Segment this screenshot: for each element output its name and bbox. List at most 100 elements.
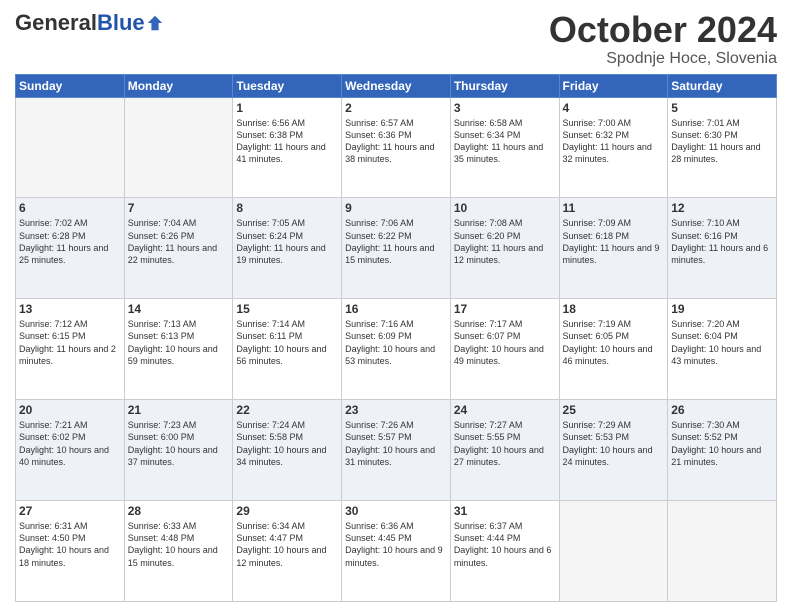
calendar-cell: 21 Sunrise: 7:23 AMSunset: 6:00 PMDayligh…	[124, 400, 233, 501]
day-number: 22	[236, 403, 338, 417]
calendar-cell: 26 Sunrise: 7:30 AMSunset: 5:52 PMDayligh…	[668, 400, 777, 501]
day-number: 26	[671, 403, 773, 417]
day-number: 14	[128, 302, 230, 316]
day-detail: Sunrise: 7:00 AMSunset: 6:32 PMDaylight:…	[563, 117, 665, 166]
day-detail: Sunrise: 7:29 AMSunset: 5:53 PMDaylight:…	[563, 419, 665, 468]
day-detail: Sunrise: 7:19 AMSunset: 6:05 PMDaylight:…	[563, 318, 665, 367]
weekday-header-monday: Monday	[124, 74, 233, 97]
weekday-header-saturday: Saturday	[668, 74, 777, 97]
day-detail: Sunrise: 7:06 AMSunset: 6:22 PMDaylight:…	[345, 217, 447, 266]
day-detail: Sunrise: 7:01 AMSunset: 6:30 PMDaylight:…	[671, 117, 773, 166]
calendar-cell: 16 Sunrise: 7:16 AMSunset: 6:09 PMDayligh…	[342, 299, 451, 400]
day-number: 19	[671, 302, 773, 316]
day-detail: Sunrise: 6:33 AMSunset: 4:48 PMDaylight:…	[128, 520, 230, 569]
calendar-cell: 17 Sunrise: 7:17 AMSunset: 6:07 PMDayligh…	[450, 299, 559, 400]
day-detail: Sunrise: 7:10 AMSunset: 6:16 PMDaylight:…	[671, 217, 773, 266]
calendar-cell: 23Sunrise: 7:26 AMSunset: 5:57 PMDayligh…	[342, 400, 451, 501]
calendar-cell: 3 Sunrise: 6:58 AMSunset: 6:34 PMDaylight…	[450, 97, 559, 198]
day-detail: Sunrise: 7:16 AMSunset: 6:09 PMDaylight:…	[345, 318, 447, 367]
day-number: 12	[671, 201, 773, 215]
day-number: 3	[454, 101, 556, 115]
day-number: 6	[19, 201, 121, 215]
day-detail: Sunrise: 7:12 AMSunset: 6:15 PMDaylight:…	[19, 318, 121, 367]
day-detail: Sunrise: 6:34 AMSunset: 4:47 PMDaylight:…	[236, 520, 338, 569]
calendar-week-row: 1 Sunrise: 6:56 AMSunset: 6:38 PMDaylight…	[16, 97, 777, 198]
day-detail: Sunrise: 7:21 AMSunset: 6:02 PMDaylight:…	[19, 419, 121, 468]
day-detail: Sunrise: 7:27 AMSunset: 5:55 PMDaylight:…	[454, 419, 556, 468]
day-number: 9	[345, 201, 447, 215]
day-detail: Sunrise: 7:13 AMSunset: 6:13 PMDaylight:…	[128, 318, 230, 367]
calendar-cell: 1 Sunrise: 6:56 AMSunset: 6:38 PMDaylight…	[233, 97, 342, 198]
calendar-cell: 24Sunrise: 7:27 AMSunset: 5:55 PMDayligh…	[450, 400, 559, 501]
calendar-table: SundayMondayTuesdayWednesdayThursdayFrid…	[15, 74, 777, 602]
logo-general: General	[15, 10, 97, 36]
day-detail: Sunrise: 7:23 AMSunset: 6:00 PMDaylight:…	[128, 419, 230, 468]
day-detail: Sunrise: 7:04 AMSunset: 6:26 PMDaylight:…	[128, 217, 230, 266]
weekday-header-friday: Friday	[559, 74, 668, 97]
calendar-week-row: 6 Sunrise: 7:02 AMSunset: 6:28 PMDaylight…	[16, 198, 777, 299]
day-number: 13	[19, 302, 121, 316]
day-detail: Sunrise: 7:02 AMSunset: 6:28 PMDaylight:…	[19, 217, 121, 266]
header: GeneralBlue October 2024 Spodnje Hoce, S…	[15, 10, 777, 68]
calendar-cell: 14 Sunrise: 7:13 AMSunset: 6:13 PMDayligh…	[124, 299, 233, 400]
day-detail: Sunrise: 7:17 AMSunset: 6:07 PMDaylight:…	[454, 318, 556, 367]
calendar-cell: 28 Sunrise: 6:33 AMSunset: 4:48 PMDayligh…	[124, 501, 233, 602]
day-detail: Sunrise: 6:31 AMSunset: 4:50 PMDaylight:…	[19, 520, 121, 569]
logo-blue: Blue	[97, 10, 145, 36]
day-number: 18	[563, 302, 665, 316]
day-detail: Sunrise: 7:20 AMSunset: 6:04 PMDaylight:…	[671, 318, 773, 367]
day-number: 23	[345, 403, 447, 417]
day-number: 16	[345, 302, 447, 316]
day-detail: Sunrise: 6:36 AMSunset: 4:45 PMDaylight:…	[345, 520, 447, 569]
calendar-cell	[559, 501, 668, 602]
day-number: 15	[236, 302, 338, 316]
day-number: 20	[19, 403, 121, 417]
weekday-header-thursday: Thursday	[450, 74, 559, 97]
day-detail: Sunrise: 6:58 AMSunset: 6:34 PMDaylight:…	[454, 117, 556, 166]
day-number: 27	[19, 504, 121, 518]
day-number: 21	[128, 403, 230, 417]
calendar-cell: 20 Sunrise: 7:21 AMSunset: 6:02 PMDayligh…	[16, 400, 125, 501]
logo-text: GeneralBlue	[15, 10, 164, 36]
calendar-cell: 29 Sunrise: 6:34 AMSunset: 4:47 PMDayligh…	[233, 501, 342, 602]
day-number: 1	[236, 101, 338, 115]
calendar-cell	[124, 97, 233, 198]
day-detail: Sunrise: 7:08 AMSunset: 6:20 PMDaylight:…	[454, 217, 556, 266]
day-number: 8	[236, 201, 338, 215]
day-number: 4	[563, 101, 665, 115]
day-number: 29	[236, 504, 338, 518]
calendar-cell: 18 Sunrise: 7:19 AMSunset: 6:05 PMDayligh…	[559, 299, 668, 400]
calendar-cell: 19 Sunrise: 7:20 AMSunset: 6:04 PMDayligh…	[668, 299, 777, 400]
day-detail: Sunrise: 6:56 AMSunset: 6:38 PMDaylight:…	[236, 117, 338, 166]
calendar-cell: 7 Sunrise: 7:04 AMSunset: 6:26 PMDaylight…	[124, 198, 233, 299]
weekday-header-wednesday: Wednesday	[342, 74, 451, 97]
calendar-cell: 15 Sunrise: 7:14 AMSunset: 6:11 PMDayligh…	[233, 299, 342, 400]
day-number: 7	[128, 201, 230, 215]
weekday-header-sunday: Sunday	[16, 74, 125, 97]
day-number: 28	[128, 504, 230, 518]
calendar-cell: 8Sunrise: 7:05 AMSunset: 6:24 PMDaylight…	[233, 198, 342, 299]
day-detail: Sunrise: 7:30 AMSunset: 5:52 PMDaylight:…	[671, 419, 773, 468]
calendar-cell: 12 Sunrise: 7:10 AMSunset: 6:16 PMDayligh…	[668, 198, 777, 299]
calendar-cell	[16, 97, 125, 198]
weekday-header-row: SundayMondayTuesdayWednesdayThursdayFrid…	[16, 74, 777, 97]
day-number: 17	[454, 302, 556, 316]
calendar-cell: 11 Sunrise: 7:09 AMSunset: 6:18 PMDayligh…	[559, 198, 668, 299]
day-detail: Sunrise: 7:09 AMSunset: 6:18 PMDaylight:…	[563, 217, 665, 266]
day-number: 11	[563, 201, 665, 215]
logo-icon	[146, 14, 164, 32]
calendar-cell: 5 Sunrise: 7:01 AMSunset: 6:30 PMDaylight…	[668, 97, 777, 198]
day-detail: Sunrise: 7:14 AMSunset: 6:11 PMDaylight:…	[236, 318, 338, 367]
calendar-cell: 4 Sunrise: 7:00 AMSunset: 6:32 PMDaylight…	[559, 97, 668, 198]
calendar-week-row: 13 Sunrise: 7:12 AMSunset: 6:15 PMDayligh…	[16, 299, 777, 400]
day-detail: Sunrise: 6:57 AMSunset: 6:36 PMDaylight:…	[345, 117, 447, 166]
day-detail: Sunrise: 7:24 AMSunset: 5:58 PMDaylight:…	[236, 419, 338, 468]
logo: GeneralBlue	[15, 10, 164, 36]
title-block: October 2024 Spodnje Hoce, Slovenia	[549, 10, 777, 68]
day-number: 5	[671, 101, 773, 115]
calendar-week-row: 20 Sunrise: 7:21 AMSunset: 6:02 PMDayligh…	[16, 400, 777, 501]
day-number: 30	[345, 504, 447, 518]
day-detail: Sunrise: 6:37 AMSunset: 4:44 PMDaylight:…	[454, 520, 556, 569]
calendar-cell: 27 Sunrise: 6:31 AMSunset: 4:50 PMDayligh…	[16, 501, 125, 602]
calendar-cell: 13 Sunrise: 7:12 AMSunset: 6:15 PMDayligh…	[16, 299, 125, 400]
